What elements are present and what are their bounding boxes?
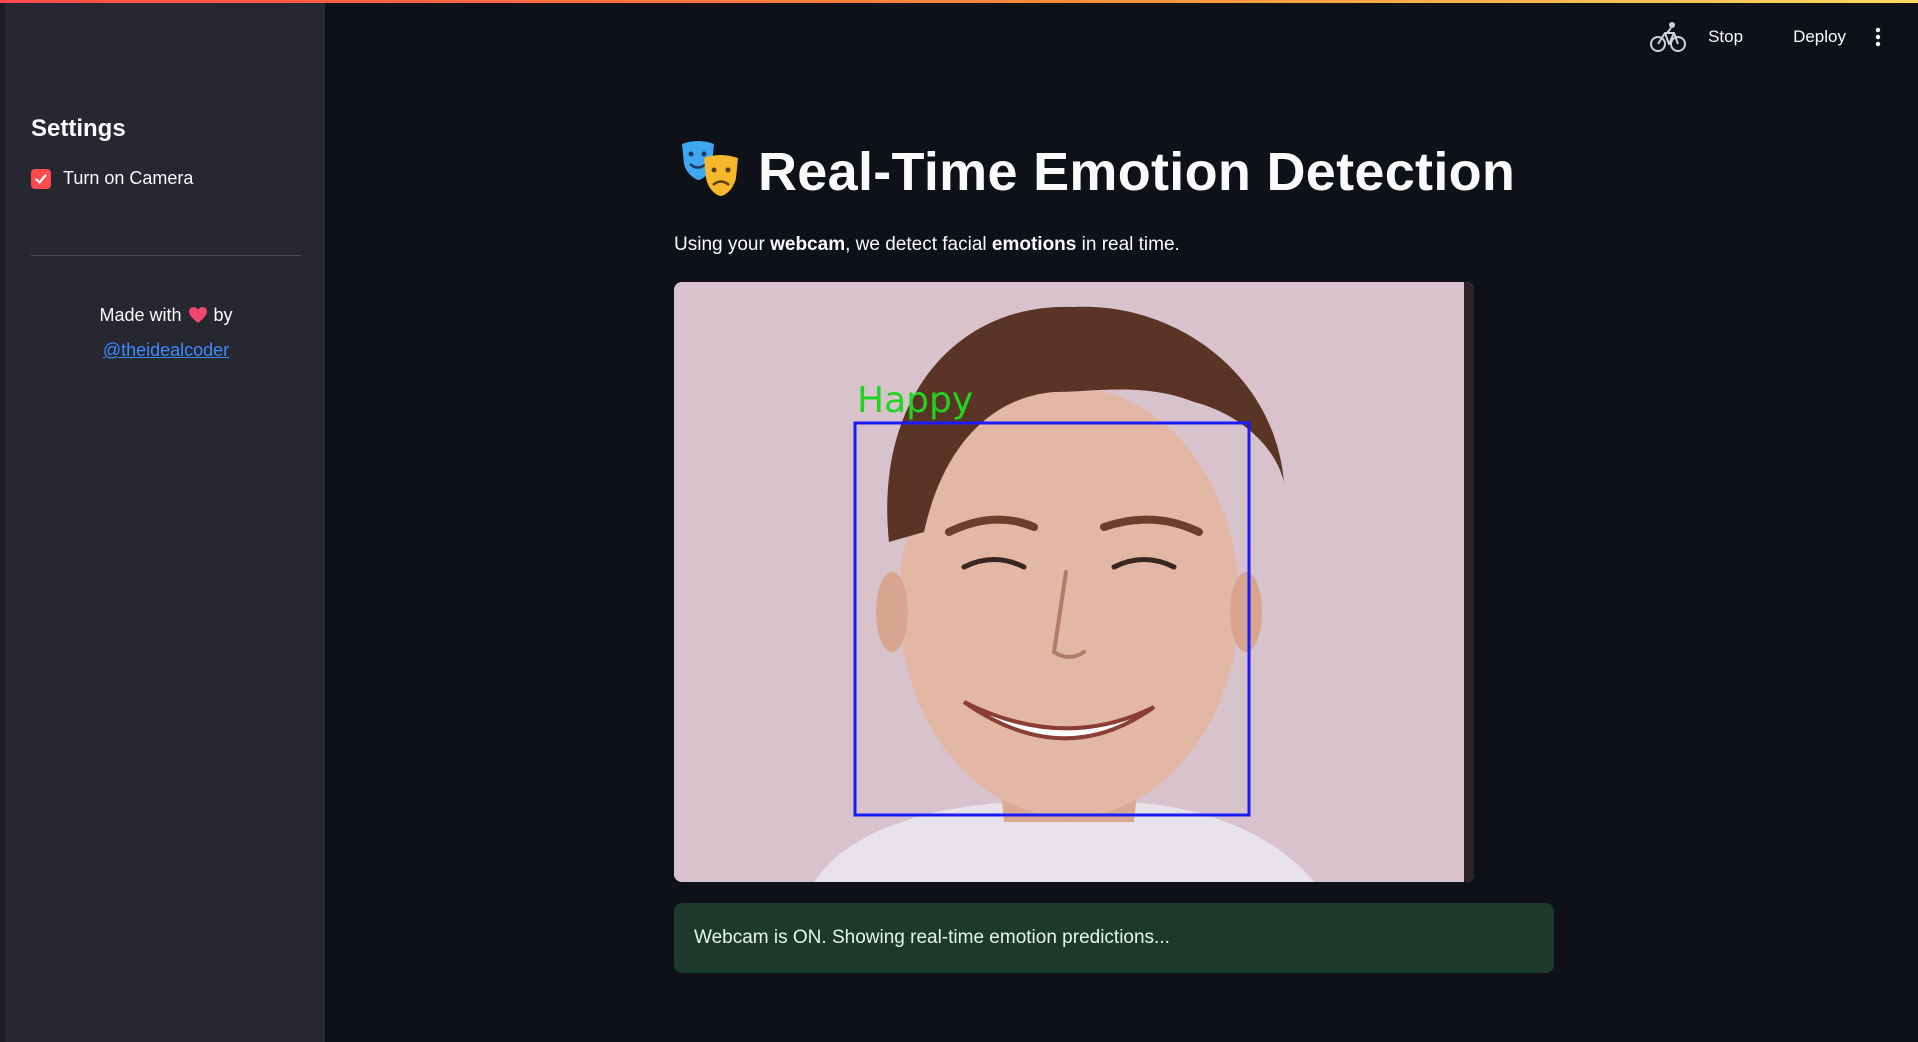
by-text: by [213,305,233,325]
subtitle-text: , we detect facial [845,234,992,255]
webcam-feed-image: Happy [674,282,1474,882]
page-title-text: Real-Time Emotion Detection [758,141,1516,202]
emotion-label: Happy [857,380,973,421]
author-link[interactable]: @theidealcoder [103,340,229,360]
webcam-feed: Happy [674,282,1474,882]
subtitle-bold-webcam: webcam [770,234,846,255]
subtitle-bold-emotions: emotions [991,234,1077,255]
theater-masks-icon [680,140,740,203]
running-bicycle-icon [1650,20,1687,54]
page-subtitle: Using your webcam, we detect facial emot… [674,234,1180,256]
deploy-button[interactable]: Deploy [1789,21,1850,53]
sidebar-divider [31,255,301,256]
checkbox-label: Turn on Camera [63,168,194,188]
made-with-text: Made with [99,305,182,325]
subtitle-text: in real time. [1076,234,1180,255]
made-with-credit: Made with by @theidealcoder [31,299,301,366]
header-toolbar: Stop Deploy [1650,20,1888,54]
stop-button[interactable]: Stop [1704,21,1747,53]
status-message: Webcam is ON. Showing real-time emotion … [694,927,1170,948]
heart-icon [188,302,208,334]
page-title: Real-Time Emotion Detection [680,140,1515,203]
status-message-box: Webcam is ON. Showing real-time emotion … [674,903,1554,973]
checkbox-checked-icon[interactable] [31,168,51,189]
app-window: Settings Turn on Camera Made with by @the… [0,0,1918,1042]
camera-toggle-checkbox[interactable]: Turn on Camera [31,168,193,189]
main-menu-icon[interactable] [1868,25,1888,49]
sidebar-title: Settings [31,115,126,142]
sidebar: Settings Turn on Camera Made with by @the… [5,3,325,1042]
subtitle-text: Using your [674,234,771,255]
